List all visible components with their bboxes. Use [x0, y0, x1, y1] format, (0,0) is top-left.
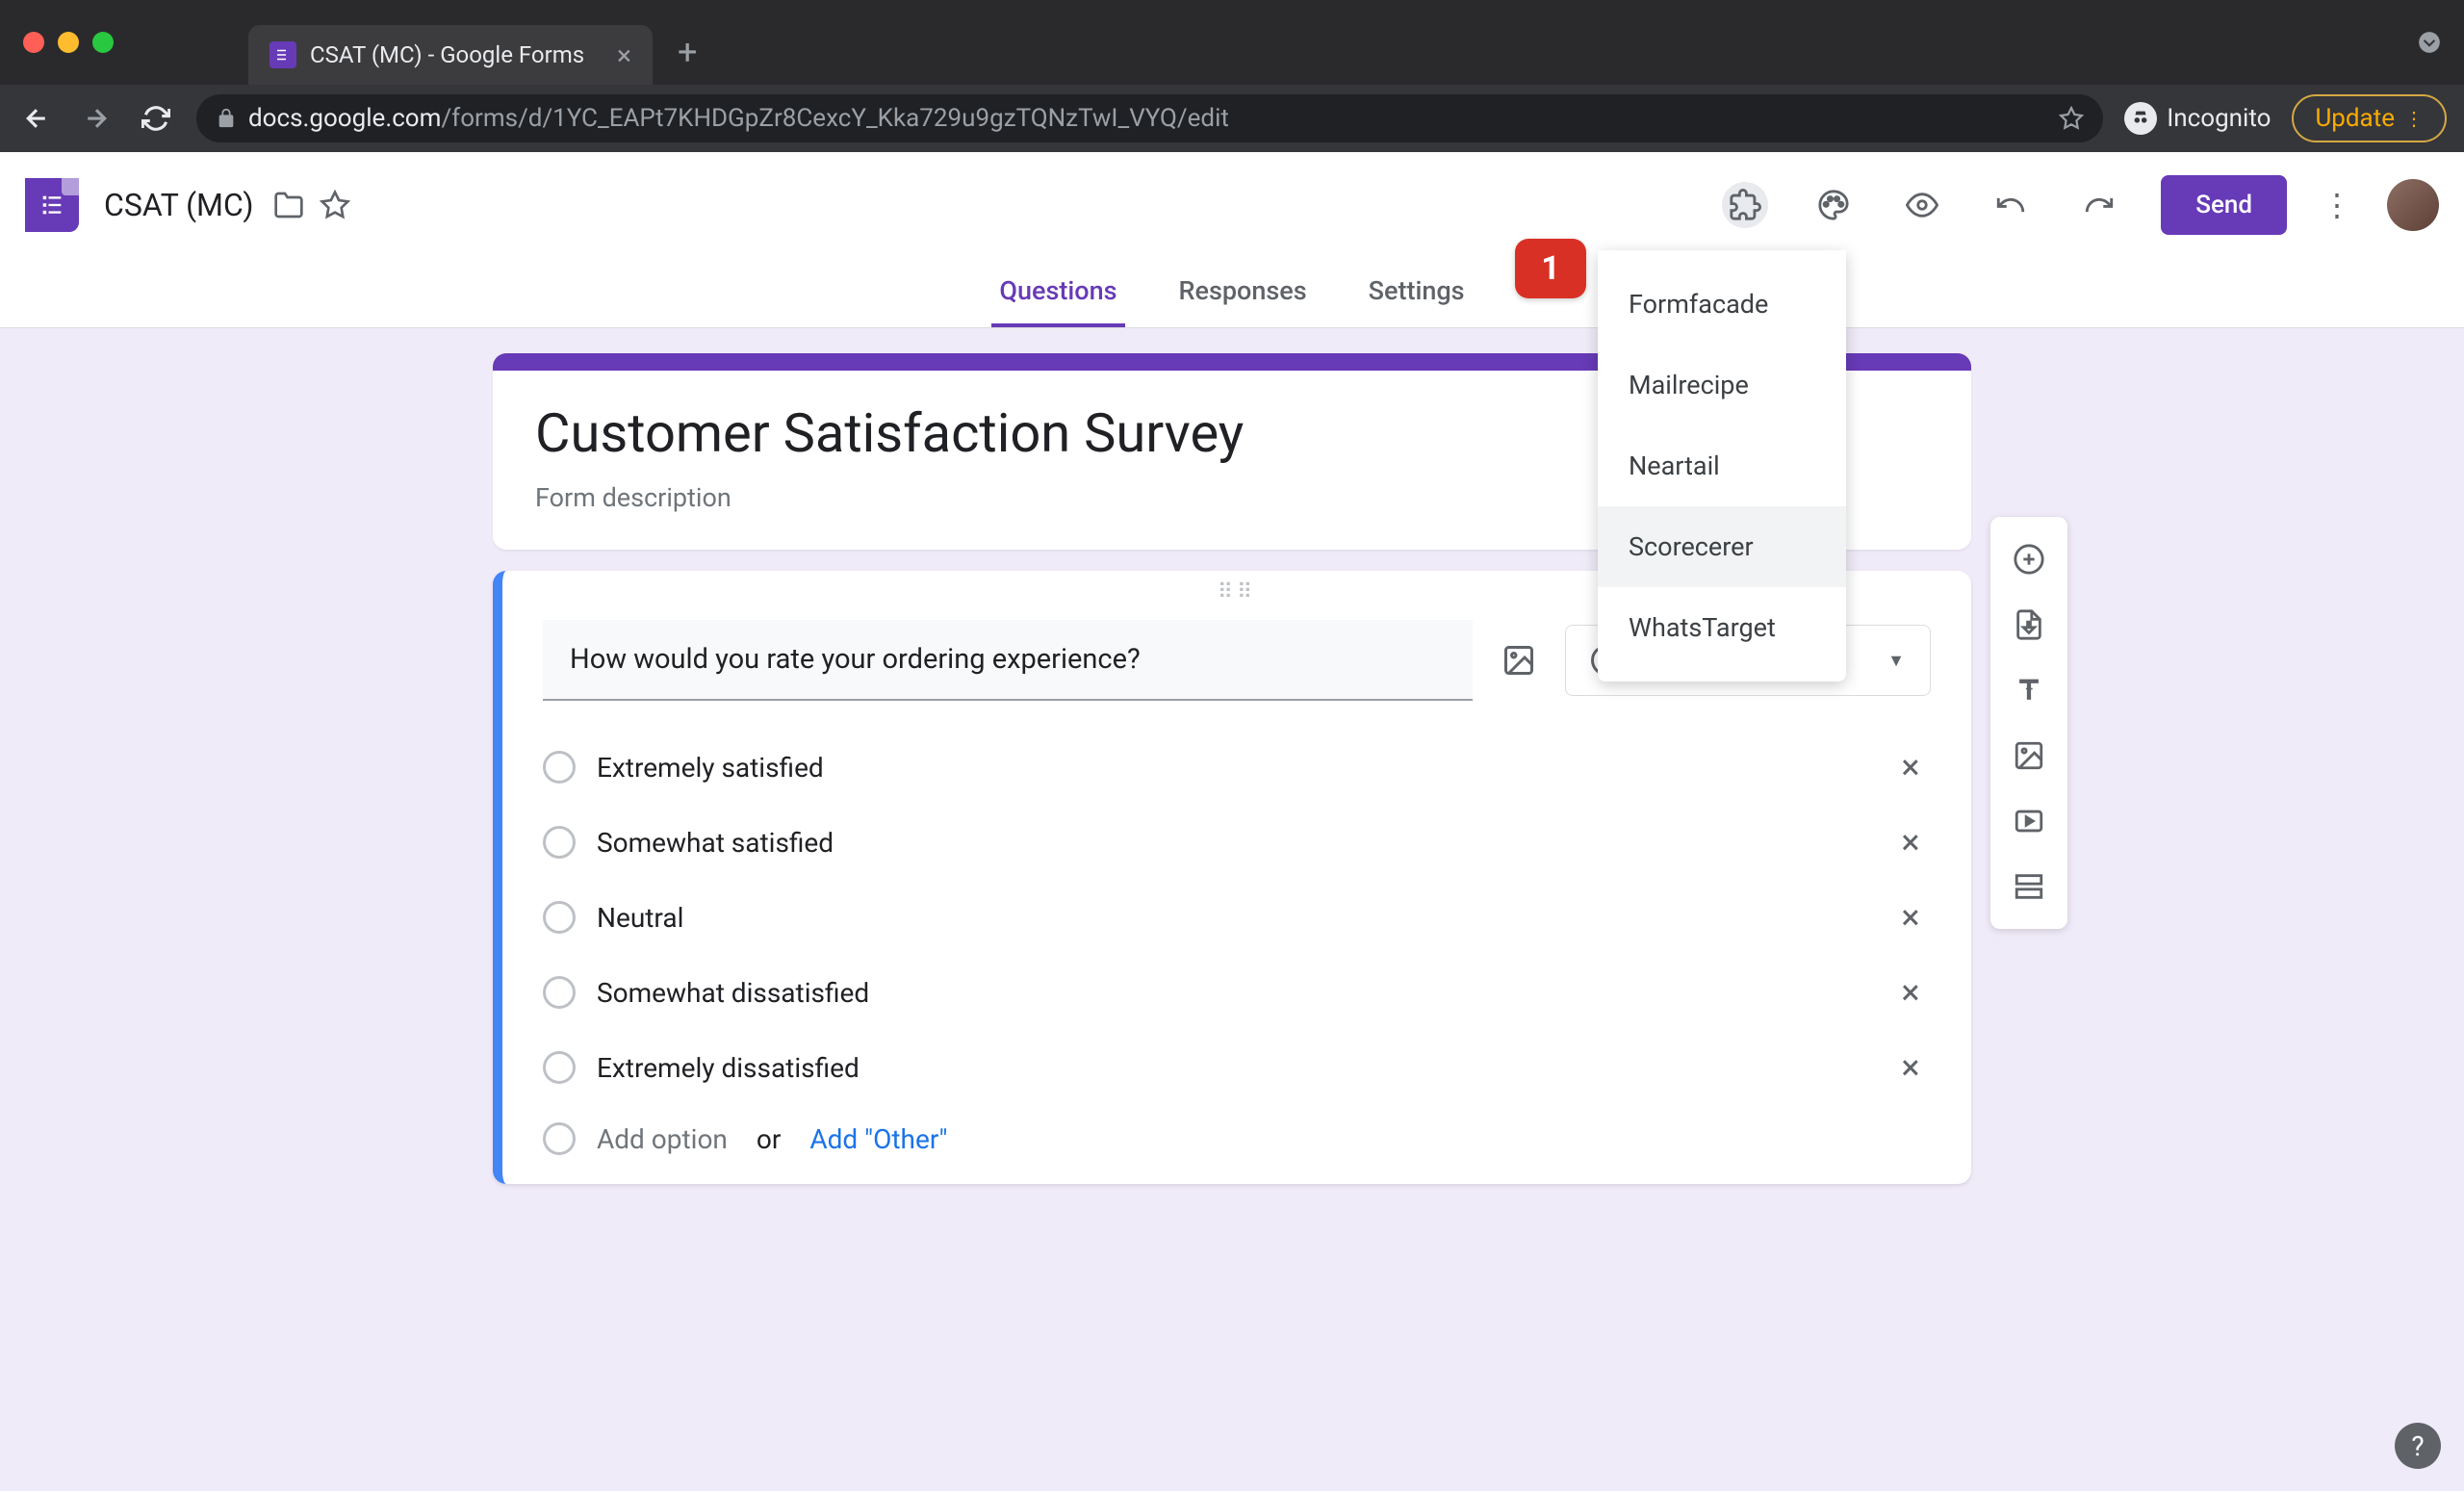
option-row: Somewhat satisfied ×	[543, 805, 1931, 880]
forward-button[interactable]	[77, 99, 116, 138]
add-option-row: Add option or Add "Other"	[543, 1105, 1931, 1172]
options-list: Extremely satisfied × Somewhat satisfied…	[502, 712, 1971, 1184]
incognito-label: Incognito	[2167, 104, 2271, 133]
app-header: CSAT (MC) Send ⋮	[0, 152, 2464, 258]
addon-item-scorecerer[interactable]: Scorecerer	[1598, 506, 1846, 587]
option-row: Somewhat dissatisfied ×	[543, 955, 1931, 1030]
addons-button[interactable]	[1722, 182, 1768, 228]
option-radio-icon	[543, 751, 576, 784]
window-maximize[interactable]	[92, 32, 114, 53]
add-option-text[interactable]: Add option	[597, 1123, 728, 1155]
incognito-badge: Incognito	[2124, 102, 2271, 135]
option-radio-icon	[543, 1051, 576, 1084]
add-other-link[interactable]: Add "Other"	[809, 1123, 947, 1155]
remove-option-icon[interactable]: ×	[1890, 822, 1931, 862]
window-minimize[interactable]	[58, 32, 79, 53]
option-label[interactable]: Extremely satisfied	[597, 752, 1869, 784]
addon-item-formfacade[interactable]: Formfacade	[1598, 264, 1846, 345]
palette-icon[interactable]	[1810, 182, 1857, 228]
lock-icon	[216, 108, 237, 129]
remove-option-icon[interactable]: ×	[1890, 897, 1931, 938]
option-row: Extremely dissatisfied ×	[543, 1030, 1931, 1105]
tab-favicon-icon	[270, 41, 296, 68]
or-text: or	[757, 1123, 781, 1155]
add-video-icon[interactable]	[2000, 792, 2058, 850]
import-questions-icon[interactable]	[2000, 596, 2058, 654]
new-tab-button[interactable]: +	[678, 32, 697, 72]
add-question-icon[interactable]	[2000, 530, 2058, 588]
bookmark-star-icon[interactable]	[2059, 106, 2084, 131]
option-radio-icon	[543, 826, 576, 859]
addon-item-neartail[interactable]: Neartail	[1598, 425, 1846, 506]
add-section-icon[interactable]	[2000, 858, 2058, 915]
preview-icon[interactable]	[1899, 182, 1945, 228]
tab-close-icon[interactable]: ×	[617, 39, 631, 71]
address-bar[interactable]: docs.google.com/forms/d/1YC_EAPt7KHDGpZr…	[196, 94, 2103, 142]
tab-title: CSAT (MC) - Google Forms	[310, 41, 603, 68]
tab-questions[interactable]: Questions	[991, 258, 1124, 327]
user-avatar[interactable]	[2387, 179, 2439, 231]
incognito-icon	[2124, 102, 2157, 135]
addons-dropdown: Formfacade Mailrecipe Neartail Scorecere…	[1598, 250, 1846, 682]
option-radio-icon	[543, 901, 576, 934]
tab-responses[interactable]: Responses	[1171, 258, 1315, 327]
option-row: Neutral ×	[543, 880, 1931, 955]
annotation-badge: 1	[1515, 239, 1586, 298]
doc-name[interactable]: CSAT (MC)	[104, 187, 254, 223]
content-area: Customer Satisfaction Survey Form descri…	[0, 328, 2464, 1491]
folder-icon[interactable]	[270, 186, 308, 224]
undo-icon[interactable]	[1988, 182, 2034, 228]
browser-toolbar: docs.google.com/forms/d/1YC_EAPt7KHDGpZr…	[0, 85, 2464, 152]
option-label[interactable]: Somewhat satisfied	[597, 827, 1869, 859]
question-input[interactable]: How would you rate your ordering experie…	[543, 620, 1473, 701]
option-row: Extremely satisfied ×	[543, 730, 1931, 805]
addon-item-mailrecipe[interactable]: Mailrecipe	[1598, 345, 1846, 425]
add-image-icon[interactable]	[1496, 637, 1542, 683]
window-controls	[23, 32, 114, 53]
option-radio-icon	[543, 976, 576, 1009]
browser-titlebar: CSAT (MC) - Google Forms × +	[0, 0, 2464, 85]
option-radio-icon	[543, 1122, 576, 1155]
reload-button[interactable]	[137, 99, 175, 138]
send-button[interactable]: Send	[2161, 175, 2287, 235]
option-label[interactable]: Somewhat dissatisfied	[597, 977, 1869, 1009]
floating-toolbar	[1990, 517, 2067, 929]
browser-tab[interactable]: CSAT (MC) - Google Forms ×	[248, 25, 653, 85]
forms-logo-icon[interactable]	[25, 178, 79, 232]
remove-option-icon[interactable]: ×	[1890, 747, 1931, 787]
help-button[interactable]: ?	[2395, 1423, 2441, 1469]
more-menu-icon[interactable]: ⋮	[2322, 187, 2352, 223]
option-label[interactable]: Neutral	[597, 902, 1869, 934]
back-button[interactable]	[17, 99, 56, 138]
dropdown-arrow-icon: ▼	[1887, 651, 1905, 671]
window-close[interactable]	[23, 32, 44, 53]
add-image-icon[interactable]	[2000, 727, 2058, 785]
star-icon[interactable]	[316, 186, 354, 224]
tab-settings[interactable]: Settings	[1361, 258, 1473, 327]
option-label[interactable]: Extremely dissatisfied	[597, 1052, 1869, 1084]
url-text: docs.google.com/forms/d/1YC_EAPt7KHDGpZr…	[248, 104, 2047, 133]
add-title-icon[interactable]	[2000, 661, 2058, 719]
update-button[interactable]: Update ⋮	[2292, 94, 2447, 142]
nav-tabs: Questions Responses Settings	[0, 258, 2464, 328]
chevron-down-icon[interactable]	[2410, 23, 2449, 62]
addon-item-whatstarget[interactable]: WhatsTarget	[1598, 587, 1846, 668]
redo-icon[interactable]	[2076, 182, 2122, 228]
remove-option-icon[interactable]: ×	[1890, 1047, 1931, 1088]
question-text: How would you rate your ordering experie…	[570, 643, 1446, 676]
remove-option-icon[interactable]: ×	[1890, 972, 1931, 1013]
